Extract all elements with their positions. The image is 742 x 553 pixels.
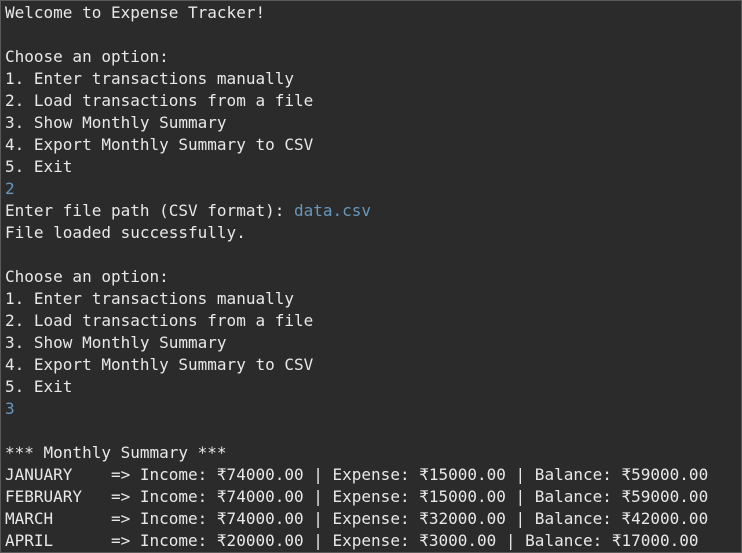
menu-option-4: 4. Export Monthly Summary to CSV xyxy=(5,355,314,374)
file-path-label: Enter file path (CSV format): xyxy=(5,201,294,220)
menu-option-1: 1. Enter transactions manually xyxy=(5,69,294,88)
menu-option-3: 3. Show Monthly Summary xyxy=(5,113,227,132)
file-loaded-message: File loaded successfully. xyxy=(5,223,246,242)
menu-option-1: 1. Enter transactions manually xyxy=(5,289,294,308)
console-window[interactable]: Welcome to Expense Tracker! Choose an op… xyxy=(0,0,742,553)
file-path-input[interactable]: data.csv xyxy=(294,201,371,220)
welcome-text: Welcome to Expense Tracker! xyxy=(5,3,266,22)
menu-option-4: 4. Export Monthly Summary to CSV xyxy=(5,135,314,154)
user-input-choice[interactable]: 3 xyxy=(5,398,15,420)
menu-header: Choose an option: xyxy=(5,47,169,66)
menu-option-3: 3. Show Monthly Summary xyxy=(5,333,227,352)
summary-title: *** Monthly Summary *** xyxy=(5,443,227,462)
summary-row-february: FEBRUARY => Income: ₹74000.00 | Expense:… xyxy=(5,487,709,506)
menu-option-2: 2. Load transactions from a file xyxy=(5,91,314,110)
menu-option-2: 2. Load transactions from a file xyxy=(5,311,314,330)
menu-option-5: 5. Exit xyxy=(5,377,73,396)
file-path-prompt: Enter file path (CSV format): data.csv xyxy=(5,200,371,222)
menu-header: Choose an option: xyxy=(5,267,169,286)
summary-row-march: MARCH => Income: ₹74000.00 | Expense: ₹3… xyxy=(5,509,709,528)
menu-option-5: 5. Exit xyxy=(5,157,73,176)
summary-row-january: JANUARY => Income: ₹74000.00 | Expense: … xyxy=(5,465,709,484)
user-input-choice[interactable]: 2 xyxy=(5,178,15,200)
summary-row-april: APRIL => Income: ₹20000.00 | Expense: ₹3… xyxy=(5,531,699,550)
